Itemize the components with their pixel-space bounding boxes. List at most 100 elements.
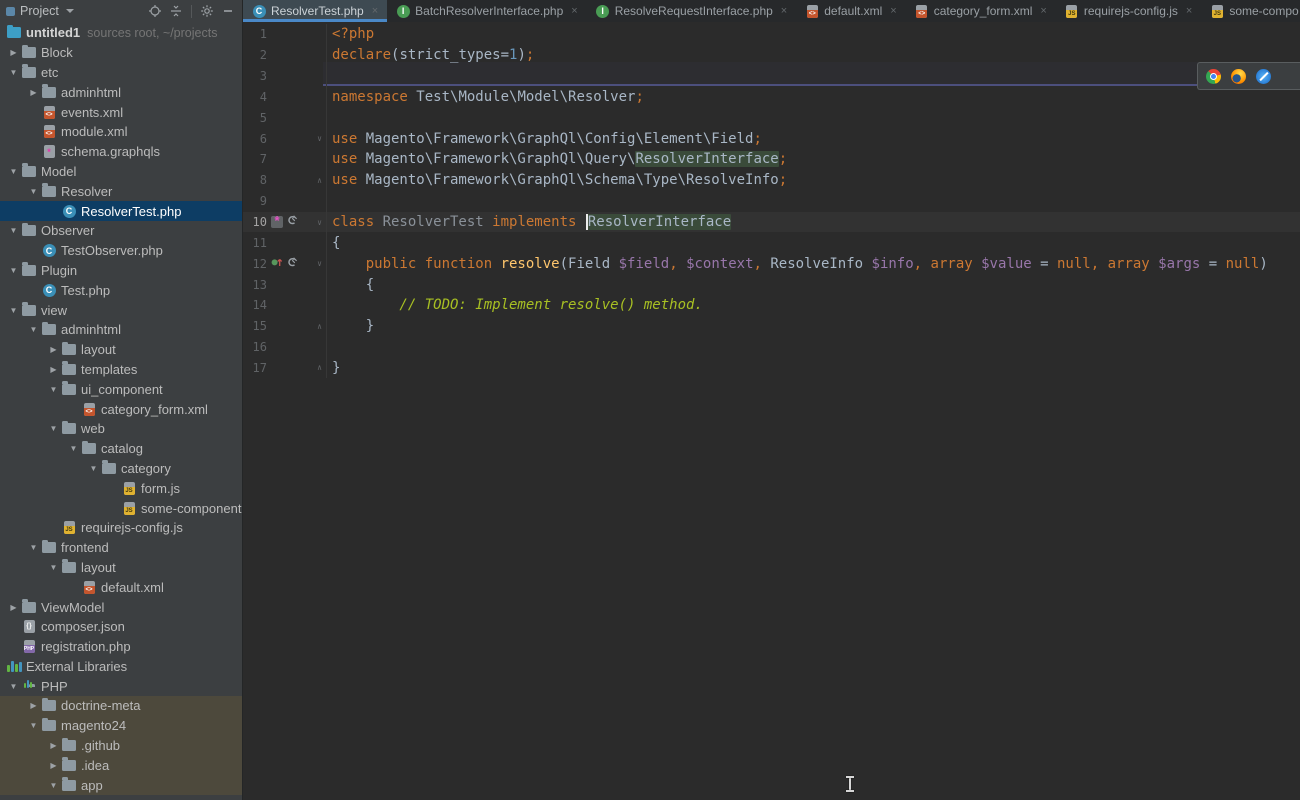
tree-item-adminhtml[interactable]: ▶adminhtml [0, 82, 242, 102]
collapse-arrow-icon[interactable]: ▼ [26, 187, 41, 196]
code-line-1[interactable]: 1<?php [243, 24, 1300, 45]
code-line-10[interactable]: 10*∨class ResolverTest implements Resolv… [243, 212, 1300, 233]
tree-item-resolver[interactable]: ▼Resolver [0, 181, 242, 201]
collapse-arrow-icon[interactable]: ▼ [6, 682, 21, 691]
code-line-16[interactable]: 16 [243, 337, 1300, 358]
tab-resolvertest-php[interactable]: CResolverTest.php× [243, 0, 387, 22]
code-text[interactable] [326, 107, 1300, 128]
code-text[interactable]: public function resolve(Field $field, $c… [326, 253, 1300, 274]
expand-arrow-icon[interactable]: ▶ [46, 761, 61, 770]
tree-item-magento24[interactable]: ▼magento24 [0, 716, 242, 736]
tree-item-category-form-xml[interactable]: <>category_form.xml [0, 399, 242, 419]
locate-icon[interactable] [147, 3, 163, 19]
tree-item-some-component[interactable]: JSsome-component [0, 498, 242, 518]
code-text[interactable]: { [326, 232, 1300, 253]
safari-icon[interactable] [1256, 69, 1271, 84]
code-text[interactable] [326, 66, 1300, 87]
code-line-2[interactable]: 2declare(strict_types=1); [243, 45, 1300, 66]
plugin-gutter-icon[interactable] [286, 214, 298, 230]
graphql-schema-gutter-icon[interactable]: * [271, 216, 283, 228]
code-line-14[interactable]: 14 // TODO: Implement resolve() method. [243, 295, 1300, 316]
tree-item-requirejs-config-js[interactable]: JSrequirejs-config.js [0, 518, 242, 538]
close-icon[interactable]: × [1040, 5, 1046, 17]
collapse-arrow-icon[interactable]: ▼ [46, 563, 61, 572]
tree-item-resolvertest-php[interactable]: CResolverTest.php [0, 201, 242, 221]
code-text[interactable]: use Magento\Framework\GraphQl\Config\Ele… [326, 128, 1300, 149]
tree-item-testobserver-php[interactable]: CTestObserver.php [0, 241, 242, 261]
tree-item-templates[interactable]: ▶templates [0, 360, 242, 380]
tree-item-default-xml[interactable]: <>default.xml [0, 577, 242, 597]
collapse-arrow-icon[interactable]: ▼ [6, 266, 21, 275]
chevron-down-icon[interactable] [66, 9, 74, 13]
tree-item-registration-php[interactable]: PHPregistration.php [0, 637, 242, 657]
code-text[interactable]: } [326, 316, 1300, 337]
tree-item-events-xml[interactable]: <>events.xml [0, 102, 242, 122]
settings-icon[interactable] [199, 3, 215, 19]
collapse-arrow-icon[interactable]: ▼ [6, 167, 21, 176]
close-icon[interactable]: × [890, 5, 896, 17]
code-line-3[interactable]: 3 [243, 66, 1300, 87]
code-text[interactable]: declare(strict_types=1); [326, 45, 1300, 66]
code-line-15[interactable]: 15∧ } [243, 316, 1300, 337]
tree-item-github[interactable]: ▶.github [0, 736, 242, 756]
tree-item-view[interactable]: ▼view [0, 300, 242, 320]
plugin-gutter-icon[interactable] [286, 256, 298, 272]
expand-arrow-icon[interactable]: ▶ [46, 741, 61, 750]
expand-arrow-icon[interactable]: ▶ [46, 365, 61, 374]
collapse-arrow-icon[interactable]: ▼ [26, 543, 41, 552]
close-icon[interactable]: × [372, 5, 378, 17]
tree-item-frontend[interactable]: ▼frontend [0, 538, 242, 558]
collapse-arrow-icon[interactable]: ▼ [26, 325, 41, 334]
tree-item-plugin[interactable]: ▼Plugin [0, 261, 242, 281]
collapse-arrow-icon[interactable]: ▼ [6, 306, 21, 315]
collapse-arrow-icon[interactable]: ▼ [86, 464, 101, 473]
code-text[interactable]: } [326, 358, 1300, 379]
tree-item-etc[interactable]: ▼etc [0, 63, 242, 83]
tree-item-layout[interactable]: ▶layout [0, 340, 242, 360]
collapse-arrow-icon[interactable]: ▼ [46, 385, 61, 394]
tab-resolverequestinterface-php[interactable]: IResolveRequestInterface.php× [587, 0, 797, 22]
expand-arrow-icon[interactable]: ▶ [26, 701, 41, 710]
fold-marker-icon[interactable]: ∧ [313, 363, 326, 372]
tab-default-xml[interactable]: <>default.xml× [796, 0, 905, 22]
project-panel-title[interactable]: Project [20, 4, 59, 18]
code-text[interactable]: <?php [326, 24, 1300, 45]
code-text[interactable]: use Magento\Framework\GraphQl\Schema\Typ… [326, 170, 1300, 191]
tree-item-app[interactable]: ▼app [0, 775, 242, 795]
code-text[interactable] [326, 191, 1300, 212]
fold-marker-icon[interactable]: ∧ [313, 176, 326, 185]
tree-item-category[interactable]: ▼category [0, 459, 242, 479]
tab-batchresolverinterface-php[interactable]: IBatchResolverInterface.php× [387, 0, 587, 22]
collapse-arrow-icon[interactable]: ▼ [26, 721, 41, 730]
tree-item-module-xml[interactable]: <>module.xml [0, 122, 242, 142]
tree-item-form-js[interactable]: JSform.js [0, 478, 242, 498]
tree-item-composer-json[interactable]: {}composer.json [0, 617, 242, 637]
code-text[interactable]: // TODO: Implement resolve() method. [326, 295, 1300, 316]
expand-arrow-icon[interactable]: ▶ [6, 603, 21, 612]
code-line-8[interactable]: 8∧use Magento\Framework\GraphQl\Schema\T… [243, 170, 1300, 191]
code-line-13[interactable]: 13 { [243, 274, 1300, 295]
code-line-4[interactable]: 4namespace Test\Module\Model\Resolver; [243, 87, 1300, 108]
close-icon[interactable]: × [571, 5, 577, 17]
collapse-arrow-icon[interactable]: ▼ [46, 781, 61, 790]
tree-item-php[interactable]: ▼PHP [0, 676, 242, 696]
code-text[interactable]: use Magento\Framework\GraphQl\Query\Reso… [326, 149, 1300, 170]
implements-gutter-icon[interactable] [271, 256, 283, 272]
tree-item-block[interactable]: ▶Block [0, 43, 242, 63]
expand-arrow-icon[interactable]: ▶ [46, 345, 61, 354]
code-text[interactable] [326, 337, 1300, 358]
tree-item-catalog[interactable]: ▼catalog [0, 439, 242, 459]
tab-requirejs-config-js[interactable]: JSrequirejs-config.js× [1056, 0, 1201, 22]
tab-some-compo[interactable]: JSsome-compo× [1201, 0, 1300, 22]
tree-item-doctrine-meta[interactable]: ▶doctrine-meta [0, 696, 242, 716]
tree-item-idea[interactable]: ▶.idea [0, 755, 242, 775]
code-line-17[interactable]: 17∧} [243, 358, 1300, 379]
collapse-arrow-icon[interactable]: ▼ [6, 68, 21, 77]
tree-item-test-php[interactable]: CTest.php [0, 280, 242, 300]
tree-item-external-libraries[interactable]: External Libraries [0, 657, 242, 677]
fold-marker-icon[interactable]: ∨ [313, 218, 326, 227]
fold-marker-icon[interactable]: ∨ [313, 259, 326, 268]
collapse-all-icon[interactable] [168, 3, 184, 19]
close-icon[interactable]: × [781, 5, 787, 17]
tree-item-web[interactable]: ▼web [0, 419, 242, 439]
